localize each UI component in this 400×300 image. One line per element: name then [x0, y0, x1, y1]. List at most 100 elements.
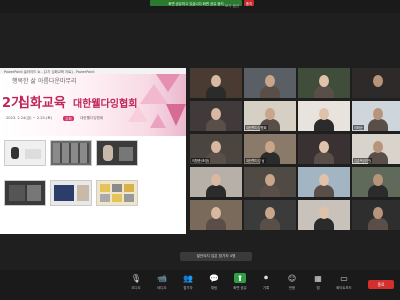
participant-tile[interactable]	[190, 200, 242, 230]
participant-tile[interactable]	[298, 101, 350, 131]
participant-tile[interactable]	[298, 167, 350, 197]
participants-tooltip: 발언되지 않은 참가자 4명	[180, 252, 252, 261]
video-camera-icon: 📹	[157, 273, 167, 283]
slide-organization: 대한웰다잉협회	[73, 99, 138, 110]
toolbar-apps-button[interactable]: ▦ 앱	[305, 273, 331, 297]
participant-figure	[260, 185, 280, 197]
participant-tile[interactable]: 김춘옥(부천)	[352, 134, 400, 164]
share-screen-icon: ⬆	[234, 273, 246, 283]
toolbar-share-screen-button[interactable]: ⬆ 화면 공유	[227, 273, 253, 297]
participant-tile[interactable]	[244, 167, 296, 197]
participant-face	[265, 174, 275, 186]
toolbar-label: 오디오	[131, 286, 141, 290]
participant-tile[interactable]: 이향준(조장)	[190, 134, 242, 164]
participant-face	[373, 174, 383, 186]
toolbar-label: 비디오	[157, 286, 167, 290]
participant-tile[interactable]	[190, 167, 242, 197]
participant-tile[interactable]	[298, 134, 350, 164]
participant-figure	[206, 86, 226, 98]
participant-figure	[314, 86, 334, 98]
toolbar-participants-button[interactable]: 👥 참가자	[175, 273, 201, 297]
participant-figure	[368, 185, 388, 197]
toolbar-video-camera-button[interactable]: 📹 비디오	[149, 273, 175, 297]
view-options-menu[interactable]: 보기 옵션	[222, 3, 242, 9]
participant-face	[373, 141, 383, 153]
microphone-icon: 🎙	[130, 273, 142, 283]
slide-photo	[50, 140, 92, 166]
slide-photo	[4, 140, 46, 166]
participant-tile[interactable]	[190, 101, 242, 131]
participant-name: 이향준(조장)	[191, 158, 211, 163]
participant-tile[interactable]	[298, 68, 350, 98]
participant-figure	[314, 185, 334, 197]
participant-figure	[314, 152, 334, 164]
participant-face	[211, 141, 221, 153]
participant-name: 대한웰다잉 남	[245, 158, 266, 163]
participant-name: 김춘옥(부천)	[353, 158, 373, 163]
record-icon: ⏺	[264, 273, 268, 282]
slide-tagline: 행복한 삶 아름다운마무리	[12, 78, 77, 85]
participant-face	[373, 75, 383, 87]
toolbar-label: 화면 공유	[233, 286, 247, 290]
stop-share-button[interactable]: 중지	[244, 0, 254, 6]
participant-tile[interactable]	[244, 68, 296, 98]
participant-figure	[368, 119, 388, 131]
participant-tile[interactable]	[190, 68, 242, 98]
toolbar-label: 반응	[288, 286, 296, 290]
participant-face	[211, 207, 221, 219]
participant-face	[319, 207, 329, 219]
participant-tile[interactable]	[298, 200, 350, 230]
participant-tile[interactable]	[352, 167, 400, 197]
participant-name: 이화순	[353, 125, 364, 130]
slide-photo	[50, 180, 92, 206]
participant-tile[interactable]: 대한웰다잉협회	[244, 101, 296, 131]
slide-photo	[4, 180, 46, 206]
participant-face	[319, 75, 329, 87]
chat-icon: 💬	[209, 273, 219, 283]
host-badge: 주최	[63, 116, 74, 121]
participant-tile[interactable]	[244, 200, 296, 230]
toolbar-microphone-button[interactable]: 🎙 오디오	[123, 273, 149, 297]
participant-face	[319, 174, 329, 186]
apps-icon: ▦	[314, 273, 322, 283]
reactions-icon: ☺	[287, 273, 297, 283]
participants-icon: 👥	[183, 273, 193, 283]
slide-title: 심화교육	[18, 96, 66, 111]
participant-figure	[260, 218, 280, 230]
participant-tile[interactable]: 이화순	[352, 101, 400, 131]
participant-figure	[368, 218, 388, 230]
toolbar-reactions-button[interactable]: ☺ 반응	[279, 273, 305, 297]
participant-figure	[206, 185, 226, 197]
toolbar-label: 채팅	[210, 286, 218, 290]
host-name: 대한웰다잉협회	[80, 116, 104, 120]
participant-figure	[206, 119, 226, 131]
participant-tile[interactable]: 대한웰다잉 남	[244, 134, 296, 164]
participant-face	[265, 75, 275, 87]
participant-face	[265, 108, 275, 120]
shared-presentation: PowerPoint 슬라이드 쇼 - [2기 심화교육 자료] - Power…	[0, 68, 186, 234]
participant-figure	[260, 86, 280, 98]
toolbar-record-button[interactable]: ⏺ 기록	[253, 273, 279, 297]
participant-tile[interactable]	[352, 200, 400, 230]
toolbar-label: 앱	[316, 286, 320, 290]
participant-face	[373, 108, 383, 120]
participant-face	[319, 108, 329, 120]
slide-header: 행복한 삶 아름다운마무리 2기 심화교육 대한웰다잉협회 2023. 2.24…	[0, 74, 186, 136]
toolbar-chat-button[interactable]: 💬 채팅	[201, 273, 227, 297]
participant-figure	[314, 218, 334, 230]
participant-face	[265, 141, 275, 153]
participant-face	[373, 207, 383, 219]
end-meeting-button[interactable]: 종료	[368, 280, 394, 289]
slide-photo	[96, 140, 138, 166]
slide-date: 2023. 2.24(금) ~ 2.25.(토)	[6, 116, 53, 120]
toolbar-label: 참가자	[183, 286, 193, 290]
participant-figure	[206, 218, 226, 230]
meeting-toolbar: 🎙 오디오 📹 비디오 👥 참가자 💬 채팅 ⬆ 화면 공유 ⏺ 기록 ☺ 반응 ▦ 앱 ▭ 화이트보드 종료	[0, 270, 400, 300]
participant-figure	[314, 119, 334, 131]
participant-name: 대한웰다잉협회	[245, 125, 268, 130]
participant-face	[265, 207, 275, 219]
toolbar-whiteboard-button[interactable]: ▭ 화이트보드	[331, 273, 357, 297]
participant-tile[interactable]	[352, 68, 400, 98]
participant-face	[319, 141, 329, 153]
slide-photo	[96, 180, 138, 206]
